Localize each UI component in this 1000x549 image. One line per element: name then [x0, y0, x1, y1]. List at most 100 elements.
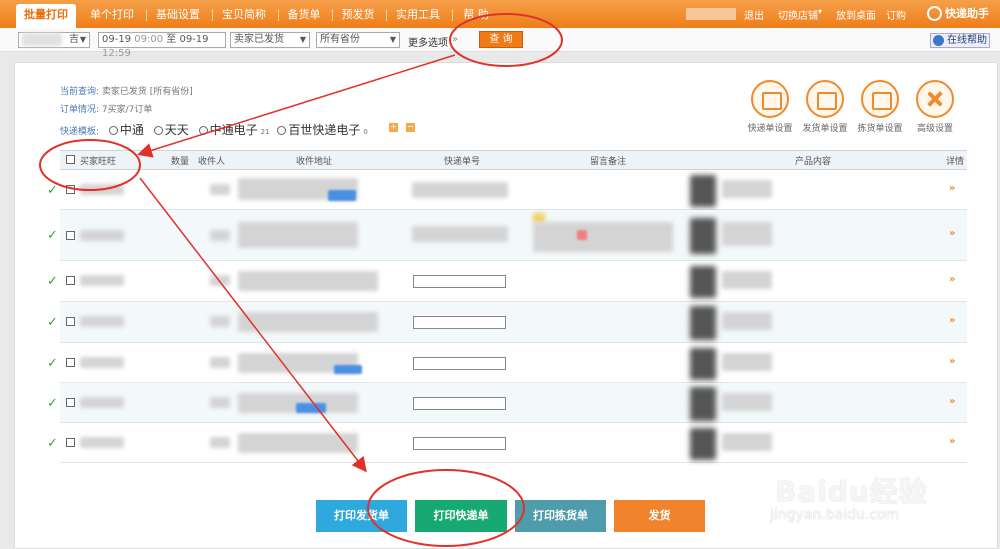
table-row[interactable]: ✓ »: [47, 343, 967, 383]
tracking-number-input[interactable]: [413, 357, 506, 370]
add-template-button[interactable]: +: [389, 123, 398, 132]
tools-icon[interactable]: [916, 80, 954, 118]
tracking-number-input[interactable]: [413, 275, 506, 288]
tab-tools[interactable]: 实用工具: [390, 4, 446, 28]
picklist-settings-label[interactable]: 拣货单设置: [850, 121, 910, 134]
remove-template-button[interactable]: −: [406, 123, 415, 132]
row-checkbox[interactable]: [66, 231, 75, 240]
expand-icon[interactable]: »: [949, 274, 955, 285]
table-row[interactable]: ✓ »: [47, 170, 967, 210]
tracking-number-input[interactable]: [413, 397, 506, 410]
tab-help[interactable]: 帮 助: [456, 4, 496, 28]
template-radio-zto-electronic[interactable]: [198, 126, 208, 135]
nav-divider: [146, 9, 147, 21]
expand-icon[interactable]: »: [949, 356, 955, 367]
print-waybill-button[interactable]: 打印快递单: [415, 500, 507, 532]
more-options-link[interactable]: 更多选项: [408, 34, 448, 49]
nav-divider: [452, 9, 453, 21]
expand-icon[interactable]: »: [949, 396, 955, 407]
chevron-down-icon: ▼: [389, 35, 396, 44]
subscribe-link[interactable]: 订购: [886, 7, 906, 22]
template-radio-zto[interactable]: [108, 126, 118, 135]
template-radio-tiantian[interactable]: [153, 126, 163, 135]
check-icon: ✓: [47, 356, 58, 371]
table-row[interactable]: ✓ »: [47, 302, 967, 343]
expand-icon[interactable]: »: [949, 183, 955, 194]
buyer-blurred: [80, 397, 124, 408]
ship-button[interactable]: 发货: [614, 500, 705, 532]
table-row[interactable]: ✓ »: [47, 383, 967, 423]
recipient-blurred: [210, 437, 230, 448]
waybill-settings-icon[interactable]: [751, 80, 789, 118]
row-checkbox[interactable]: [66, 398, 75, 407]
province-value: 所有省份: [320, 34, 360, 45]
expand-icon[interactable]: »: [949, 315, 955, 326]
template-name[interactable]: 中通: [120, 123, 144, 137]
col-recipient: 收件人: [198, 157, 226, 167]
shop-select[interactable]: 吉 ▼: [18, 32, 90, 48]
date-to: 09-19: [179, 34, 209, 45]
brand-name: 快递助手: [945, 7, 989, 20]
switch-shop-link[interactable]: 切换店铺: [778, 7, 818, 22]
buyer-blurred: [80, 275, 124, 286]
check-icon: ✓: [47, 183, 58, 198]
waybill-settings-label[interactable]: 快递单设置: [740, 121, 800, 134]
order-status-label: 订单情况:: [60, 105, 100, 115]
logout-link[interactable]: 退出: [744, 7, 764, 22]
col-quantity: 数量: [171, 157, 190, 167]
row-checkbox[interactable]: [66, 358, 75, 367]
select-all-checkbox[interactable]: [66, 155, 75, 164]
province-select[interactable]: 所有省份 ▼: [316, 32, 400, 48]
user-name-blurred: [686, 8, 736, 20]
check-icon: ✓: [47, 396, 58, 411]
table-row[interactable]: ✓ »: [47, 423, 967, 463]
invoice-settings-icon[interactable]: [806, 80, 844, 118]
chevron-right-icon[interactable]: »: [452, 34, 458, 45]
print-picklist-button[interactable]: 打印拣货单: [515, 500, 606, 532]
product-text-blurred: [722, 353, 772, 371]
expand-icon[interactable]: »: [949, 228, 955, 239]
chevron-down-icon[interactable]: ▾: [818, 7, 822, 16]
order-status-select[interactable]: 卖家已发货 ▼: [230, 32, 310, 48]
baidu-watermark: Baidu经验: [775, 475, 928, 508]
date-from: 09-19: [102, 34, 132, 45]
query-button[interactable]: 查 询: [479, 31, 523, 48]
product-text-blurred: [722, 312, 772, 330]
template-radio-best-electronic[interactable]: [277, 126, 287, 135]
tab-single-print[interactable]: 单个打印: [84, 4, 140, 28]
product-text-blurred: [722, 433, 772, 451]
tab-batch-print[interactable]: 批量打印: [16, 4, 76, 28]
invoice-settings-label[interactable]: 发货单设置: [795, 121, 855, 134]
table-row[interactable]: ✓ »: [47, 261, 967, 302]
template-name[interactable]: 天天: [165, 123, 189, 137]
template-name[interactable]: 百世快递电子: [288, 123, 360, 137]
product-text-blurred: [722, 271, 772, 289]
row-checkbox[interactable]: [66, 317, 75, 326]
col-products: 产品内容: [795, 157, 832, 167]
tracking-blurred: [412, 226, 508, 242]
tab-stock-list[interactable]: 备货单: [282, 4, 326, 28]
tab-basic-settings[interactable]: 基础设置: [150, 4, 206, 28]
nav-divider: [278, 9, 279, 21]
tab-pre-ship[interactable]: 预发货: [336, 4, 380, 28]
template-name[interactable]: 中通电子: [210, 123, 258, 137]
product-thumbnail: [690, 306, 716, 340]
advanced-settings-label[interactable]: 高级设置: [905, 121, 965, 134]
online-help-button[interactable]: 在线帮助: [930, 33, 990, 48]
address-highlight: [328, 190, 356, 201]
row-checkbox[interactable]: [66, 185, 75, 194]
print-invoice-button[interactable]: 打印发货单: [316, 500, 407, 532]
picklist-settings-icon[interactable]: [861, 80, 899, 118]
table-header: 买家旺旺 数量 收件人 收件地址 快递单号 留言备注 产品内容 详情: [60, 150, 967, 170]
tab-item-shortname[interactable]: 宝贝简称: [216, 4, 272, 28]
table-row[interactable]: ✓ »: [47, 210, 967, 261]
desktop-link[interactable]: 放到桌面: [836, 7, 876, 22]
date-range-field[interactable]: 09-19 09:00 至 09-19 12:59: [98, 32, 226, 59]
tracking-number-input[interactable]: [413, 437, 506, 450]
row-checkbox[interactable]: [66, 276, 75, 285]
row-checkbox[interactable]: [66, 438, 75, 447]
product-thumbnail: [690, 218, 716, 254]
tracking-number-input[interactable]: [413, 316, 506, 329]
shop-select-value: 吉: [69, 34, 79, 45]
expand-icon[interactable]: »: [949, 436, 955, 447]
